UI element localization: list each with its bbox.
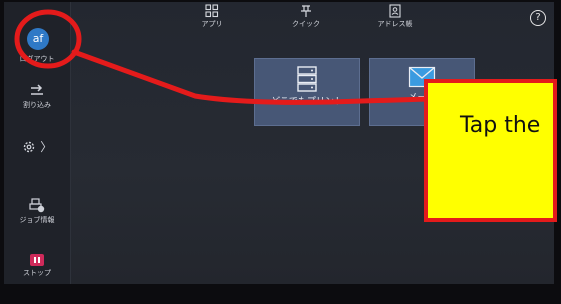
avatar-initials: af bbox=[32, 32, 44, 45]
tab-apps-label: アプリ bbox=[201, 20, 223, 28]
pin-icon bbox=[301, 5, 311, 17]
tab-quick-label: クイック bbox=[292, 20, 320, 28]
help-icon[interactable]: ? bbox=[530, 10, 546, 26]
tutorial-callout: Tap the bbox=[424, 79, 557, 222]
tab-address-book-label: アドレス帳 bbox=[377, 20, 413, 28]
apps-grid-icon bbox=[205, 4, 219, 18]
interrupt-icon bbox=[31, 84, 43, 95]
tab-address-book[interactable]: アドレス帳 bbox=[360, 4, 430, 29]
pause-icon bbox=[30, 254, 44, 266]
server-stack-icon bbox=[297, 66, 317, 92]
interrupt-label: 割り込み bbox=[23, 101, 51, 109]
tab-quick[interactable]: クイック bbox=[271, 4, 341, 29]
app-tile-label: どこでもプリント bbox=[271, 97, 343, 107]
logout-label: ログアウト bbox=[19, 55, 55, 63]
job-info-label: ジョブ情報 bbox=[19, 216, 55, 224]
stop-label: ストップ bbox=[23, 269, 51, 277]
settings-button[interactable]: 〉 bbox=[4, 138, 70, 155]
interrupt-button[interactable]: 割り込み bbox=[4, 84, 70, 110]
chevron-right-icon: 〉 bbox=[40, 140, 53, 154]
sidebar: af ログアウト 割り込み 〉 ジョブ情報 ストップ bbox=[4, 2, 71, 284]
stop-button[interactable]: ストップ bbox=[4, 254, 70, 278]
gear-icon bbox=[23, 141, 34, 153]
printer-info-icon bbox=[29, 198, 45, 213]
address-book-icon bbox=[389, 4, 401, 18]
job-info-button[interactable]: ジョブ情報 bbox=[4, 197, 70, 225]
callout-text: Tap the bbox=[460, 113, 541, 138]
tab-apps[interactable]: アプリ bbox=[177, 4, 247, 29]
user-avatar-button[interactable]: af bbox=[27, 28, 49, 50]
top-navigation: アプリ クイック アドレス帳 ? bbox=[70, 2, 554, 48]
app-tile-print-anywhere[interactable]: どこでもプリント bbox=[254, 58, 360, 126]
